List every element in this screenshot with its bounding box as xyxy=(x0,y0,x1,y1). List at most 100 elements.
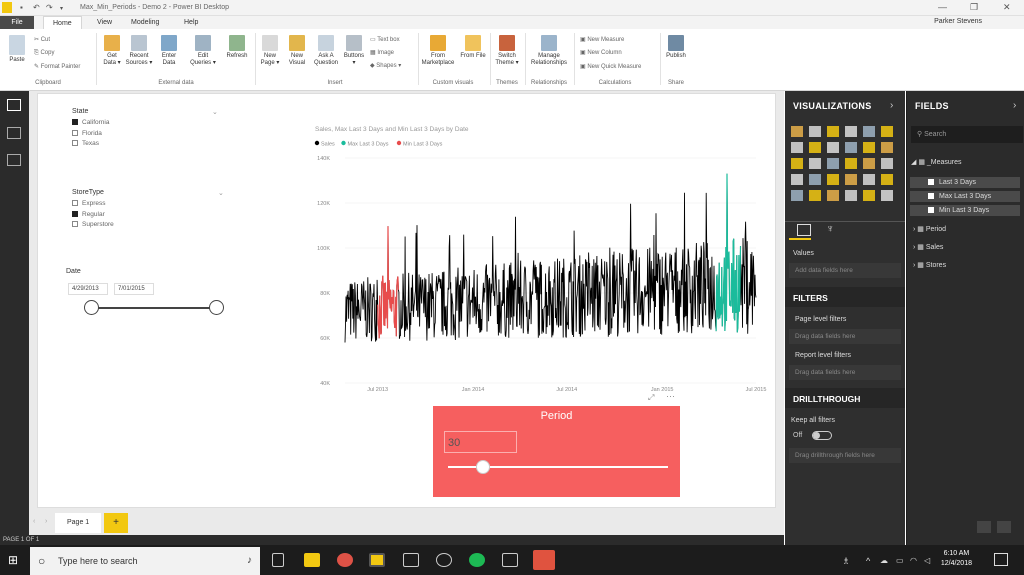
save-icon[interactable]: ▪ xyxy=(20,3,23,12)
visual-type-icon[interactable] xyxy=(881,190,893,201)
spotify-icon[interactable] xyxy=(469,553,485,567)
buttons-button[interactable]: Buttons ▾ xyxy=(342,35,366,67)
people-icon[interactable]: ♗ xyxy=(842,556,850,567)
prev-page-icon[interactable]: ‹ xyxy=(33,518,35,525)
visual-type-icon[interactable] xyxy=(791,142,803,153)
tab-home[interactable]: Home xyxy=(43,16,82,29)
visual-type-icon[interactable] xyxy=(809,190,821,201)
minimize-button[interactable]: — xyxy=(938,2,947,12)
visual-type-icon[interactable] xyxy=(827,126,839,137)
from-marketplace-button[interactable]: From Marketplace xyxy=(420,35,456,67)
switch-theme-button[interactable]: Switch Theme ▾ xyxy=(492,35,522,67)
visual-type-icon[interactable] xyxy=(881,142,893,153)
table-sales[interactable]: › ▦ Sales xyxy=(913,243,943,251)
fields-well-icon[interactable] xyxy=(797,224,811,236)
visual-type-icon[interactable] xyxy=(791,158,803,169)
pane-resize-icon[interactable] xyxy=(977,521,991,533)
visual-type-icon[interactable] xyxy=(845,174,857,185)
new-quick-measure-button[interactable]: ▣ New Quick Measure xyxy=(580,63,641,71)
windows-start-icon[interactable]: ⊞ xyxy=(8,553,18,567)
format-paint-roller-icon[interactable]: ♆ xyxy=(826,223,834,235)
notifications-icon[interactable] xyxy=(994,553,1008,566)
refresh-button[interactable]: Refresh xyxy=(224,35,250,60)
data-view-icon[interactable] xyxy=(7,127,21,139)
visual-type-icon[interactable] xyxy=(881,126,893,137)
sales-line-chart[interactable]: Sales, Max Last 3 Days and Min Last 3 Da… xyxy=(308,121,768,402)
visual-type-icon[interactable] xyxy=(845,158,857,169)
taskbar-search[interactable]: ○ Type here to search ♪ xyxy=(30,547,260,575)
values-drop-zone[interactable]: Add data fields here xyxy=(789,263,901,278)
visual-type-icon[interactable] xyxy=(791,126,803,137)
manage-relationships-button[interactable]: Manage Relationships xyxy=(527,35,571,67)
text-box-button[interactable]: ▭ Text box xyxy=(370,36,400,44)
visual-type-icon[interactable] xyxy=(827,158,839,169)
next-page-icon[interactable]: › xyxy=(45,518,47,525)
from-file-button[interactable]: From File xyxy=(460,35,486,60)
focus-mode-icon[interactable]: ⤢ xyxy=(648,393,654,403)
period-value-input[interactable]: 30 xyxy=(444,431,517,453)
visual-type-icon[interactable] xyxy=(863,158,875,169)
visual-type-icon[interactable] xyxy=(845,190,857,201)
snagit-icon[interactable] xyxy=(533,550,555,570)
cloud-icon[interactable]: ☁ xyxy=(880,556,888,565)
visual-type-icon[interactable] xyxy=(845,142,857,153)
keep-filters-toggle[interactable] xyxy=(812,431,832,440)
copy-button[interactable]: ⎘ Copy xyxy=(34,49,54,57)
visual-type-icon[interactable] xyxy=(791,190,803,201)
slicer-option-texas[interactable]: Texas xyxy=(72,139,222,150)
more-options-icon[interactable]: ··· xyxy=(666,391,675,401)
table-stores[interactable]: › ▦ Stores xyxy=(913,261,946,269)
collapse-pane-icon[interactable]: › xyxy=(1013,100,1016,111)
visual-type-icon[interactable] xyxy=(827,190,839,201)
visual-type-icon[interactable] xyxy=(791,174,803,185)
new-measure-button[interactable]: ▣ New Measure xyxy=(580,36,624,44)
tray-up-icon[interactable]: ^ xyxy=(866,556,870,566)
customize-toolbar-icon[interactable]: ▾ xyxy=(60,5,63,12)
end-date-handle[interactable] xyxy=(209,300,224,315)
new-visual-button[interactable]: New Visual xyxy=(285,35,309,67)
add-page-button[interactable]: + xyxy=(104,513,128,533)
visual-type-icon[interactable] xyxy=(809,126,821,137)
undo-icon[interactable]: ↶ xyxy=(33,3,40,12)
visual-type-icon[interactable] xyxy=(881,174,893,185)
tab-view[interactable]: View xyxy=(88,16,121,29)
visual-type-icon[interactable] xyxy=(881,158,893,169)
field-last-3-days[interactable]: Last 3 Days xyxy=(910,177,1020,188)
visual-type-icon[interactable] xyxy=(845,126,857,137)
visual-type-icon[interactable] xyxy=(827,174,839,185)
start-date-input[interactable]: 4/29/2013 xyxy=(68,283,108,295)
visual-type-icon[interactable] xyxy=(809,142,821,153)
end-date-input[interactable]: 7/01/2015 xyxy=(114,283,154,295)
report-view-icon[interactable] xyxy=(7,99,21,111)
recent-sources-button[interactable]: Recent Sources ▾ xyxy=(125,35,153,67)
table-measures[interactable]: ◢ ▦ _Measures xyxy=(911,158,962,166)
drillthrough-drop-zone[interactable]: Drag drillthrough fields here xyxy=(789,448,901,463)
visual-type-icon[interactable] xyxy=(809,158,821,169)
visual-studio-icon[interactable] xyxy=(502,553,518,567)
paste-button[interactable]: Paste xyxy=(6,35,28,64)
app-window-icon[interactable] xyxy=(403,553,419,567)
format-painter-button[interactable]: ✎ Format Painter xyxy=(34,63,80,71)
task-view-icon[interactable] xyxy=(272,553,284,567)
visual-type-icon[interactable] xyxy=(863,174,875,185)
tab-page-1[interactable]: Page 1 xyxy=(55,513,102,533)
visual-type-icon[interactable] xyxy=(863,190,875,201)
user-name[interactable]: Parker Stevens xyxy=(934,18,982,25)
redo-icon[interactable]: ↷ xyxy=(46,3,53,12)
slicer-option-express[interactable]: Express xyxy=(72,199,227,210)
page-filters-drop-zone[interactable]: Drag data fields here xyxy=(789,329,901,344)
visual-type-icon[interactable] xyxy=(809,174,821,185)
system-clock[interactable]: 6:10 AM 12/4/2018 xyxy=(941,549,972,569)
ask-question-button[interactable]: Ask A Question xyxy=(311,35,341,67)
model-view-icon[interactable] xyxy=(7,154,21,166)
tab-modeling[interactable]: Modeling xyxy=(122,16,168,29)
get-data-button[interactable]: Get Data ▾ xyxy=(101,35,123,67)
visual-type-icon[interactable] xyxy=(863,126,875,137)
cut-button[interactable]: ✂ Cut xyxy=(34,36,50,44)
restore-button[interactable]: ❐ xyxy=(970,2,978,13)
volume-icon[interactable]: ◁ xyxy=(924,556,930,565)
tab-file[interactable]: File xyxy=(0,16,34,29)
slicer-option-florida[interactable]: Florida xyxy=(72,129,222,140)
new-column-button[interactable]: ▣ New Column xyxy=(580,49,622,57)
chevron-down-icon[interactable]: ⌄ xyxy=(212,108,218,116)
